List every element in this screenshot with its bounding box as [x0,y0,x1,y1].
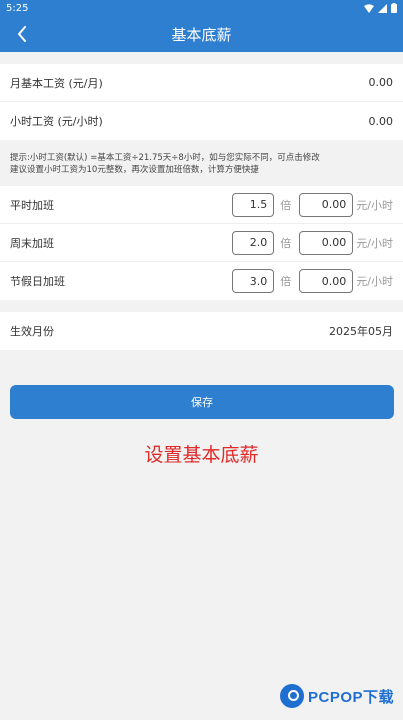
pcpop-logo-icon [280,684,304,708]
multiplier-unit: 倍 [280,236,292,250]
multiplier-unit: 倍 [280,198,292,212]
wifi-icon [364,3,374,13]
monthly-salary-label: 月基本工资 (元/月) [10,76,103,90]
effective-month-label: 生效月份 [10,325,54,338]
monthly-salary-value: 0.00 [368,76,394,89]
overtime-multiplier-input[interactable]: 1.5 [232,192,275,217]
overtime-row-weekend: 周末加班 2.0 倍 0.00 元/小时 [0,224,403,262]
overtime-label: 平时加班 [10,198,54,212]
overtime-label: 节假日加班 [10,275,65,288]
hint-line: 建议设置小时工资为10元整数，再次设置加班倍数，计算方便快捷 [10,165,259,175]
multiplier-unit: 倍 [280,275,292,288]
overtime-rate-input[interactable]: 0.00 [299,230,354,255]
effective-section: 生效月份 2025年05月 [0,312,403,350]
hint-line: 提示:小时工资(默认) =基本工资÷21.75天÷8小时，如与您实际不同，可点击… [10,153,320,163]
watermark: PCPOP下载 [280,684,394,708]
page-title: 基本底薪 [171,25,232,44]
app-bar: 基本底薪 [0,16,403,52]
watermark-text: PCPOP下载 [308,688,395,706]
save-button[interactable]: 保存 [10,385,394,419]
status-icons [364,3,397,13]
hourly-wage-value: 0.00 [368,114,394,128]
overtime-label: 周末加班 [10,236,54,250]
overtime-multiplier-input[interactable]: 3.0 [232,269,275,293]
overtime-multiplier-input[interactable]: 2.0 [232,230,275,255]
hourly-wage-label: 小时工资 (元/小时) [10,115,103,128]
rate-unit: 元/小时 [356,198,393,212]
caption-text: 设置基本底薪 [144,444,259,466]
effective-month-value: 2025年05月 [329,325,393,338]
hint-text: 提示:小时工资(默认) =基本工资÷21.75天÷8小时，如与您实际不同，可点击… [0,140,403,186]
chevron-left-icon [18,26,26,42]
effective-month-row[interactable]: 生效月份 2025年05月 [0,312,403,350]
status-bar: 5:25 [0,0,403,16]
overtime-section: 平时加班 1.5 倍 0.00 元/小时 周末加班 2.0 倍 0.00 元/小… [0,186,403,300]
rate-unit: 元/小时 [356,236,393,250]
overtime-row-weekday: 平时加班 1.5 倍 0.00 元/小时 [0,186,403,224]
salary-section: 月基本工资 (元/月) 0.00 小时工资 (元/小时) 0.00 [0,64,403,140]
hourly-wage-row[interactable]: 小时工资 (元/小时) 0.00 [0,102,403,140]
overtime-rate-input[interactable]: 0.00 [299,269,354,293]
signal-icon [378,3,387,13]
back-button[interactable] [8,16,36,52]
overtime-row-holiday: 节假日加班 3.0 倍 0.00 元/小时 [0,262,403,300]
overtime-rate-input[interactable]: 0.00 [299,192,354,217]
rate-unit: 元/小时 [356,275,393,288]
status-time: 5:25 [6,2,29,14]
battery-icon [391,3,397,13]
monthly-salary-row[interactable]: 月基本工资 (元/月) 0.00 [0,64,403,102]
